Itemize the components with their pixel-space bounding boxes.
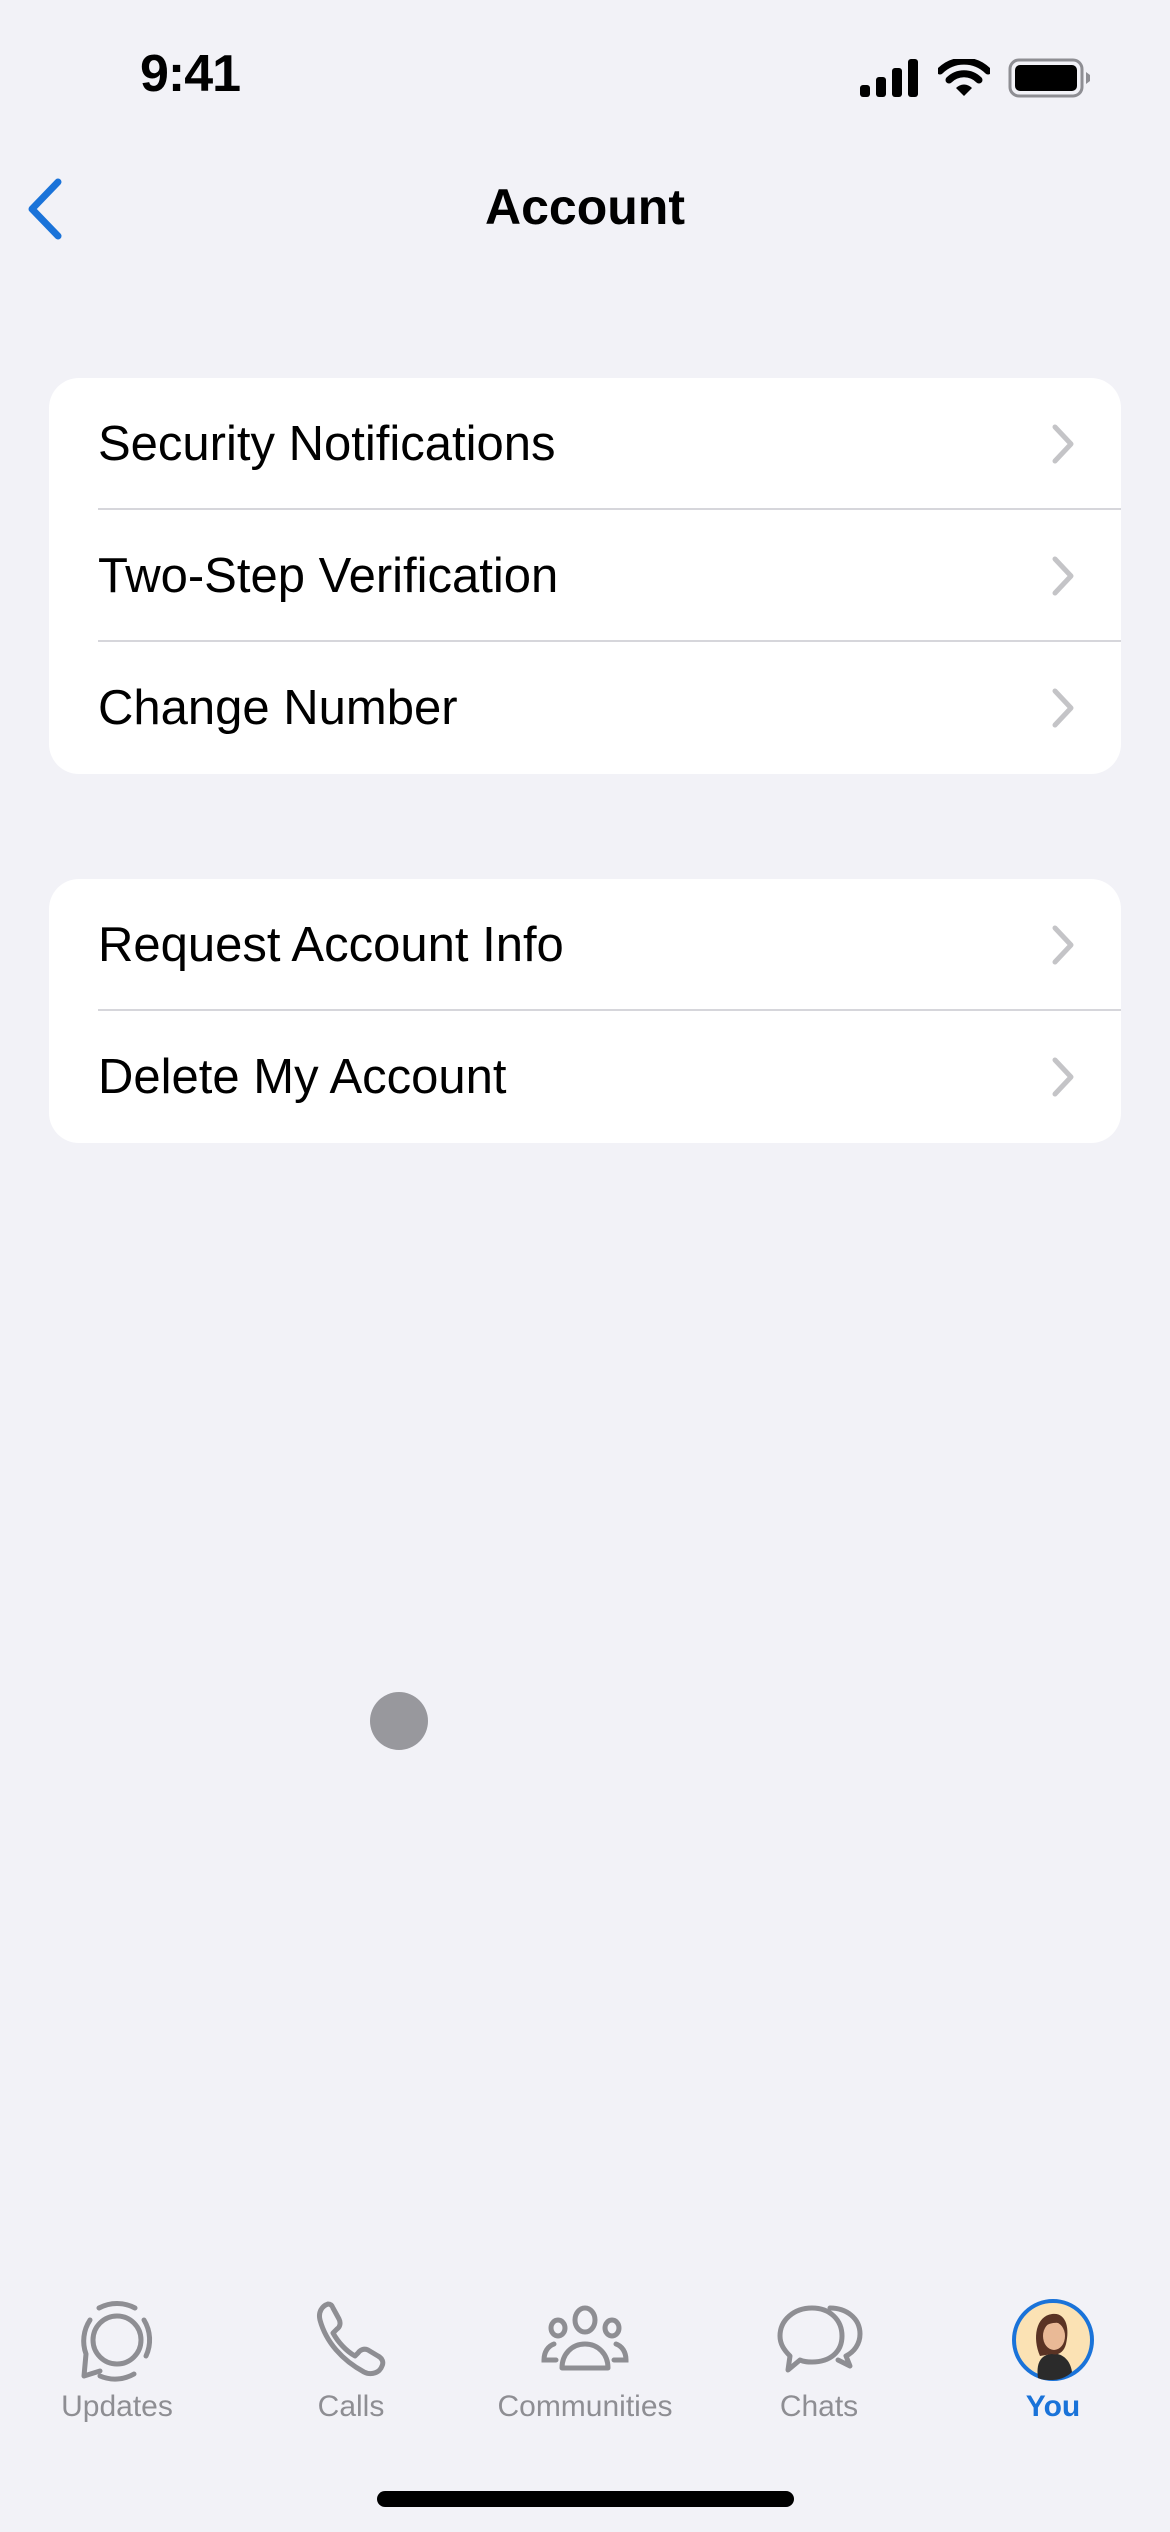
chevron-right-icon — [1052, 556, 1074, 596]
list-item-label: Two-Step Verification — [98, 549, 559, 603]
page-title: Account — [485, 179, 685, 235]
chevron-right-icon — [1052, 424, 1074, 464]
list-item-label: Request Account Info — [98, 918, 564, 972]
tab-calls[interactable]: Calls — [234, 2290, 468, 2440]
list-item-label: Security Notifications — [98, 417, 556, 471]
avatar — [1012, 2299, 1094, 2381]
list-item-request-account-info[interactable]: Request Account Info — [49, 879, 1121, 1011]
chevron-right-icon — [1052, 688, 1074, 728]
settings-group-security: Security Notifications Two-Step Verifica… — [49, 378, 1121, 774]
touch-indicator — [370, 1692, 428, 1750]
chats-icon — [777, 2305, 863, 2373]
status-bar: 9:41 — [0, 0, 1170, 150]
list-item-label: Delete My Account — [98, 1050, 507, 1104]
tab-label: You — [1025, 2390, 1081, 2423]
cellular-signal-icon — [860, 59, 918, 97]
tab-label: Calls — [317, 2390, 385, 2423]
tab-bar: Updates Calls Communities Chats You — [0, 2290, 1170, 2450]
status-icons — [860, 58, 1092, 98]
chevron-right-icon — [1052, 925, 1074, 965]
tab-you[interactable]: You — [936, 2290, 1170, 2440]
list-item-label: Change Number — [98, 681, 458, 735]
phone-icon — [317, 2301, 386, 2377]
list-item-delete-my-account[interactable]: Delete My Account — [49, 1011, 1121, 1143]
tab-label: Updates — [61, 2390, 173, 2423]
home-indicator[interactable] — [377, 2491, 794, 2507]
tab-label: Communities — [497, 2390, 673, 2423]
wifi-icon — [938, 59, 990, 96]
list-item-security-notifications[interactable]: Security Notifications — [49, 378, 1121, 510]
list-item-change-number[interactable]: Change Number — [49, 642, 1121, 774]
tab-updates[interactable]: Updates — [0, 2290, 234, 2440]
communities-icon — [541, 2305, 629, 2371]
list-item-two-step-verification[interactable]: Two-Step Verification — [49, 510, 1121, 642]
tab-chats[interactable]: Chats — [702, 2290, 936, 2440]
tab-label: Chats — [779, 2390, 859, 2423]
chevron-right-icon — [1052, 1057, 1074, 1097]
navigation-bar: Account — [0, 160, 1170, 250]
status-time: 9:41 — [140, 45, 241, 103]
updates-icon — [81, 2300, 153, 2382]
tab-communities[interactable]: Communities — [468, 2290, 702, 2440]
settings-group-account-data: Request Account Info Delete My Account — [49, 879, 1121, 1143]
battery-icon — [1008, 58, 1090, 98]
